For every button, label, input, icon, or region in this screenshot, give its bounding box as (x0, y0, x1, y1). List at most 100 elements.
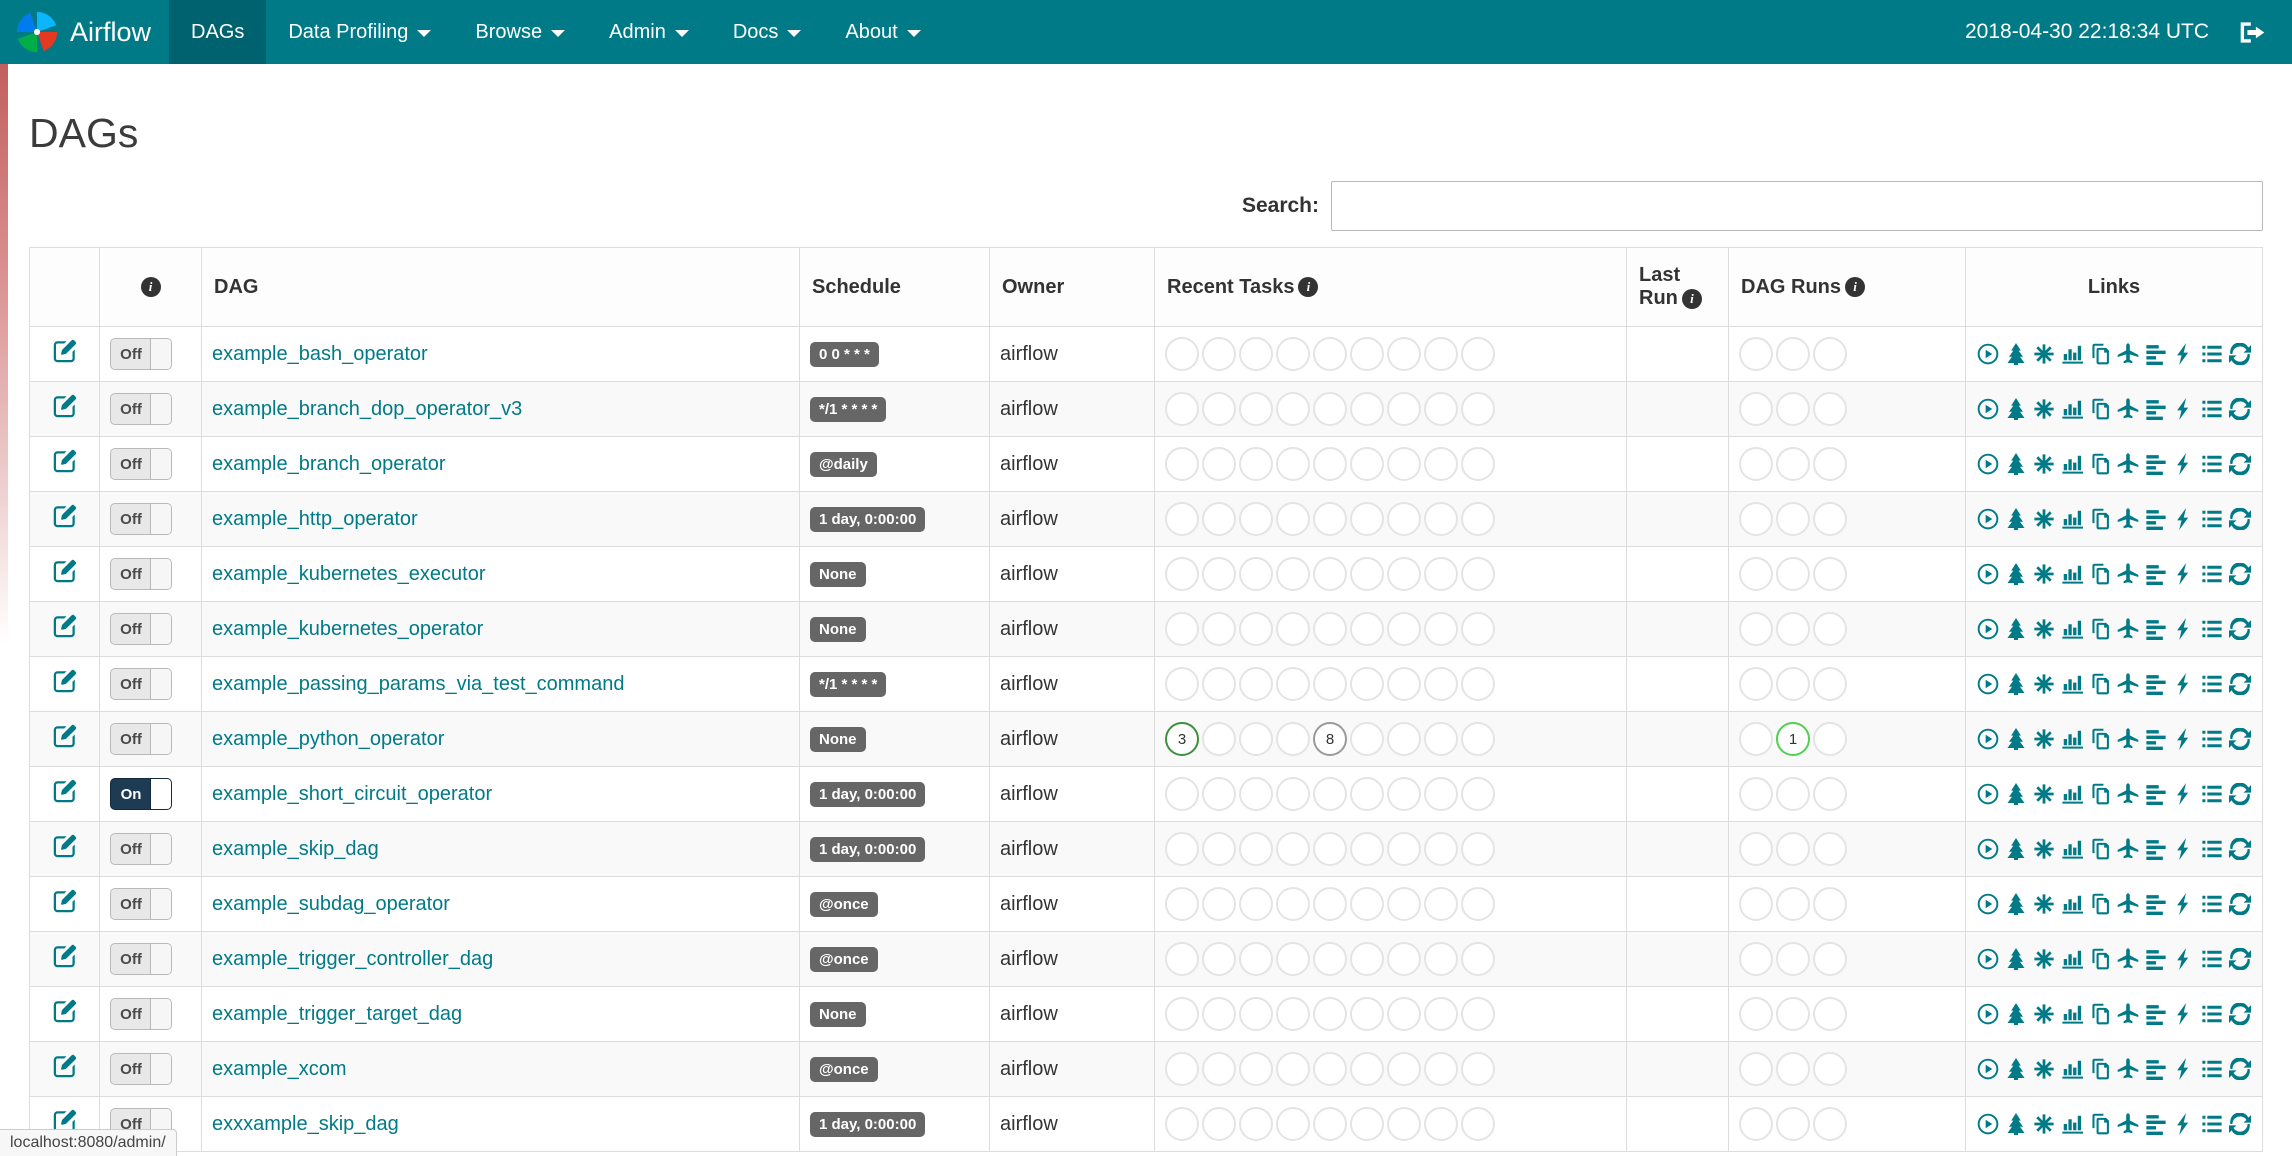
dag-run-circle[interactable] (1776, 667, 1810, 701)
task-state-circle[interactable] (1202, 667, 1236, 701)
task-state-circle[interactable] (1313, 667, 1347, 701)
task-state-circle[interactable] (1239, 722, 1273, 756)
bar-chart-icon[interactable] (2061, 1113, 2083, 1135)
task-state-circle[interactable] (1239, 942, 1273, 976)
copy-icon[interactable] (2089, 618, 2111, 640)
gantt-icon[interactable] (2145, 563, 2167, 585)
task-state-circle[interactable] (1202, 1107, 1236, 1141)
asterisk-icon[interactable] (2033, 398, 2055, 420)
dag-run-circle[interactable] (1739, 942, 1773, 976)
dag-link[interactable]: example_http_operator (212, 508, 418, 530)
refresh-icon[interactable] (2229, 1113, 2251, 1135)
bolt-icon[interactable] (2173, 398, 2195, 420)
dag-run-circle[interactable] (1813, 557, 1847, 591)
asterisk-icon[interactable] (2033, 1003, 2055, 1025)
bar-chart-icon[interactable] (2061, 728, 2083, 750)
asterisk-icon[interactable] (2033, 948, 2055, 970)
list-icon[interactable] (2201, 508, 2223, 530)
plane-icon[interactable] (2117, 948, 2139, 970)
nav-item-data-profiling[interactable]: Data Profiling (266, 0, 453, 64)
task-state-circle[interactable] (1276, 832, 1310, 866)
plane-icon[interactable] (2117, 673, 2139, 695)
plane-icon[interactable] (2117, 1003, 2139, 1025)
task-state-circle[interactable] (1424, 942, 1458, 976)
task-state-circle[interactable] (1350, 1107, 1384, 1141)
dag-run-circle[interactable] (1813, 1107, 1847, 1141)
dag-run-circle[interactable] (1739, 777, 1773, 811)
task-state-circle[interactable] (1313, 887, 1347, 921)
task-state-circle[interactable] (1276, 392, 1310, 426)
task-state-circle[interactable] (1350, 447, 1384, 481)
plane-icon[interactable] (2117, 453, 2139, 475)
plane-icon[interactable] (2117, 838, 2139, 860)
refresh-icon[interactable] (2229, 398, 2251, 420)
edit-dag-icon[interactable] (53, 339, 77, 363)
task-state-circle[interactable] (1202, 392, 1236, 426)
airflow-brand[interactable]: Airflow (0, 0, 169, 64)
gantt-icon[interactable] (2145, 838, 2167, 860)
gantt-icon[interactable] (2145, 343, 2167, 365)
task-state-circle[interactable] (1239, 667, 1273, 701)
bolt-icon[interactable] (2173, 673, 2195, 695)
task-state-circle[interactable] (1313, 557, 1347, 591)
task-state-circle[interactable] (1350, 392, 1384, 426)
dag-run-circle[interactable] (1776, 447, 1810, 481)
task-state-circle[interactable] (1202, 337, 1236, 371)
tree-icon[interactable] (2005, 673, 2027, 695)
copy-icon[interactable] (2089, 948, 2111, 970)
tree-icon[interactable] (2005, 728, 2027, 750)
bolt-icon[interactable] (2173, 728, 2195, 750)
task-state-circle[interactable]: 8 (1313, 722, 1347, 756)
task-state-circle[interactable] (1387, 557, 1421, 591)
task-state-circle[interactable] (1350, 832, 1384, 866)
pause-toggle[interactable]: On (110, 778, 172, 810)
task-state-circle[interactable] (1202, 777, 1236, 811)
task-state-circle[interactable] (1165, 1052, 1199, 1086)
edit-dag-icon[interactable] (53, 394, 77, 418)
task-state-circle[interactable] (1461, 942, 1495, 976)
dag-run-circle[interactable] (1739, 997, 1773, 1031)
copy-icon[interactable] (2089, 673, 2111, 695)
list-icon[interactable] (2201, 783, 2223, 805)
asterisk-icon[interactable] (2033, 673, 2055, 695)
dag-run-circle[interactable] (1776, 887, 1810, 921)
task-state-circle[interactable] (1276, 777, 1310, 811)
nav-item-admin[interactable]: Admin (587, 0, 711, 64)
dag-link[interactable]: example_kubernetes_operator (212, 618, 483, 640)
asterisk-icon[interactable] (2033, 893, 2055, 915)
dag-run-circle[interactable] (1739, 832, 1773, 866)
task-state-circle[interactable] (1424, 1107, 1458, 1141)
refresh-icon[interactable] (2229, 508, 2251, 530)
asterisk-icon[interactable] (2033, 618, 2055, 640)
task-state-circle[interactable] (1202, 942, 1236, 976)
asterisk-icon[interactable] (2033, 728, 2055, 750)
copy-icon[interactable] (2089, 453, 2111, 475)
play-circle-icon[interactable] (1977, 893, 1999, 915)
dag-run-circle[interactable] (1813, 502, 1847, 536)
pause-toggle[interactable]: Off (110, 998, 172, 1030)
tree-icon[interactable] (2005, 618, 2027, 640)
plane-icon[interactable] (2117, 783, 2139, 805)
task-state-circle[interactable] (1239, 1052, 1273, 1086)
copy-icon[interactable] (2089, 893, 2111, 915)
dag-run-circle[interactable] (1813, 887, 1847, 921)
copy-icon[interactable] (2089, 1003, 2111, 1025)
dag-run-circle[interactable] (1776, 392, 1810, 426)
task-state-circle[interactable] (1165, 502, 1199, 536)
bar-chart-icon[interactable] (2061, 618, 2083, 640)
task-state-circle[interactable] (1350, 337, 1384, 371)
pause-toggle[interactable]: Off (110, 503, 172, 535)
refresh-icon[interactable] (2229, 618, 2251, 640)
play-circle-icon[interactable] (1977, 508, 1999, 530)
dag-run-circle[interactable] (1813, 997, 1847, 1031)
task-state-circle[interactable] (1461, 777, 1495, 811)
dag-run-circle[interactable] (1776, 832, 1810, 866)
tree-icon[interactable] (2005, 563, 2027, 585)
play-circle-icon[interactable] (1977, 1058, 1999, 1080)
dag-run-circle[interactable] (1739, 612, 1773, 646)
task-state-circle[interactable] (1350, 887, 1384, 921)
task-state-circle[interactable] (1350, 502, 1384, 536)
dag-link[interactable]: example_python_operator (212, 728, 444, 750)
refresh-icon[interactable] (2229, 728, 2251, 750)
task-state-circle[interactable] (1313, 392, 1347, 426)
